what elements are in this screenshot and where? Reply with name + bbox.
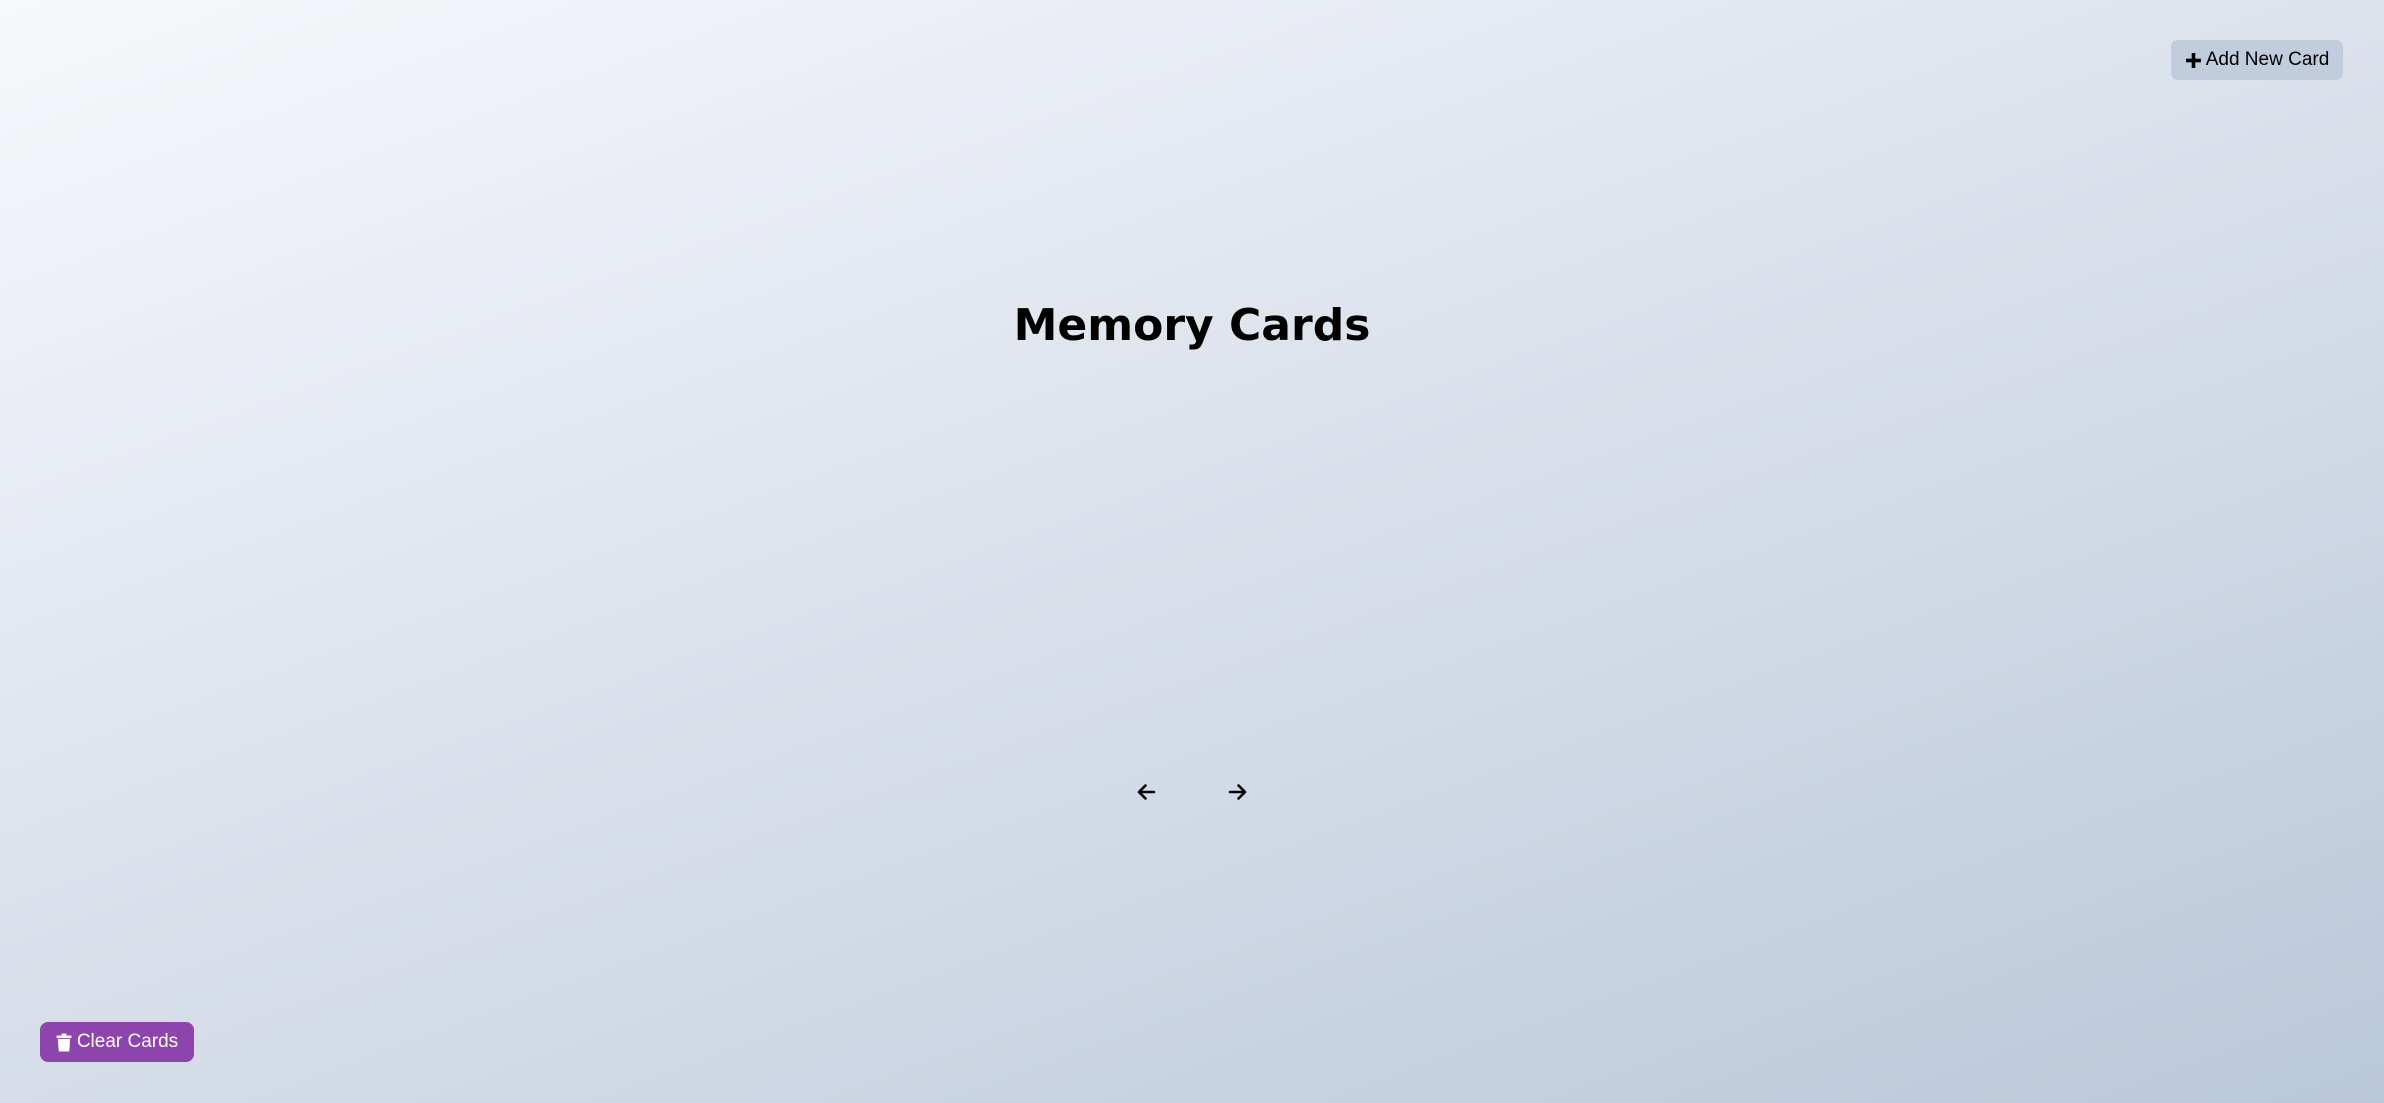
arrow-left-icon (1136, 783, 1156, 806)
next-card-button[interactable] (1218, 777, 1258, 811)
clear-cards-button[interactable]: Clear Cards (40, 1022, 194, 1062)
page-title: Memory Cards (1013, 300, 1371, 351)
clear-cards-label: Clear Cards (76, 1031, 179, 1052)
arrow-right-icon (1228, 783, 1248, 806)
plus-icon (2185, 52, 2202, 69)
add-new-card-button[interactable]: Add New Card (2171, 40, 2343, 80)
trash-icon (56, 1033, 72, 1052)
prev-card-button[interactable] (1126, 777, 1166, 811)
add-new-card-label: Add New Card (2205, 49, 2330, 70)
